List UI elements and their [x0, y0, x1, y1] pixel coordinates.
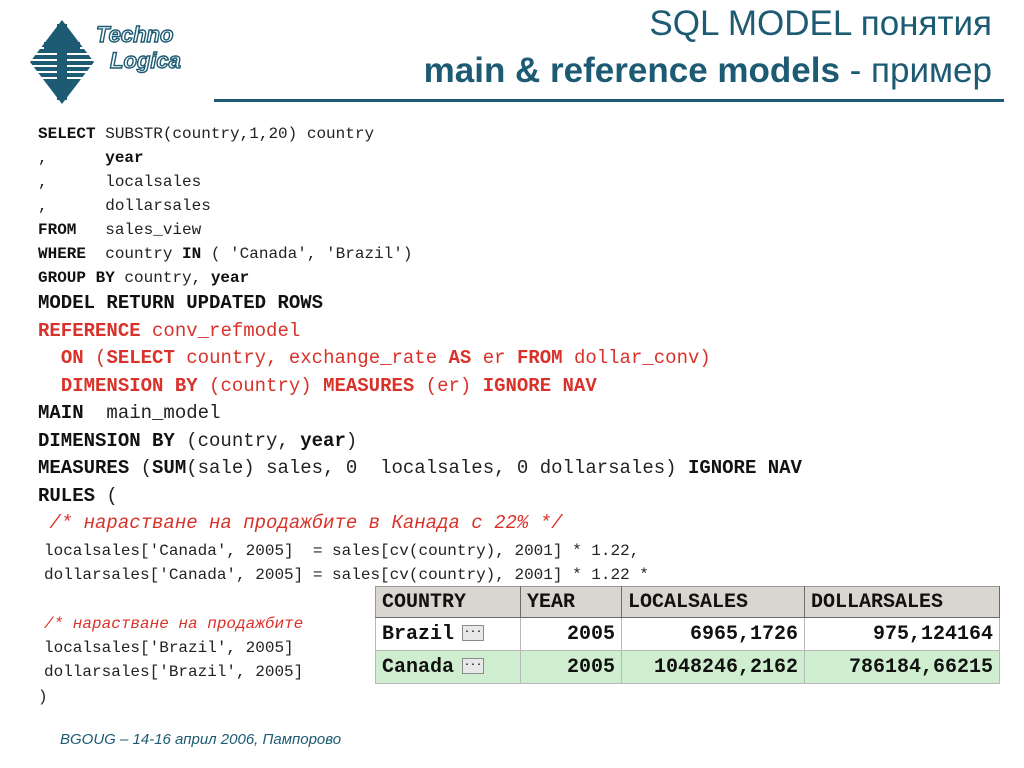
- code-text: (sale) sales, 0 localsales, 0 dollarsale…: [186, 457, 688, 479]
- code-kw: MODEL RETURN UPDATED ROWS: [38, 292, 324, 314]
- table-cell-localsales[interactable]: 1048246,2162: [621, 650, 805, 684]
- code-text: ): [345, 429, 358, 452]
- code-kw: GROUP BY: [38, 269, 115, 287]
- column-header-country[interactable]: COUNTRY: [375, 586, 521, 618]
- code-kw: year: [105, 149, 144, 167]
- code-kw-red: MEASURES: [323, 374, 415, 397]
- code-kw-red: DIMENSION BY: [60, 374, 198, 397]
- code-kw-red: ON: [60, 347, 84, 369]
- code-comment: /* нарастване на продажбите в Канада с 2…: [49, 512, 563, 534]
- table-row-selected[interactable]: Canada... 2005 1048246,2162 786184,66215: [375, 650, 1000, 684]
- logo-text-line1: Techno: [96, 22, 173, 47]
- code-kw: SELECT: [38, 125, 96, 143]
- title-underline: [214, 99, 1004, 102]
- code-kw: MEASURES: [38, 457, 130, 479]
- code-text-red: (er): [414, 374, 483, 397]
- code-block-header: SELECT SUBSTR(country,1,20) country , ye…: [38, 122, 412, 290]
- cell-value: Canada: [382, 655, 455, 679]
- code-text-red: conv_refmodel: [140, 319, 301, 342]
- code-kw-red: AS: [448, 347, 472, 369]
- code-text: localsales['Canada', 2005] = sales[cv(co…: [44, 542, 640, 560]
- table-cell-year[interactable]: 2005: [520, 650, 622, 684]
- code-text: ): [38, 688, 48, 706]
- logo-text-line2: Logica: [110, 48, 181, 73]
- logo-diamond-icon: Techno Logica: [30, 20, 182, 104]
- code-kw: IGNORE NAV: [687, 457, 802, 479]
- code-kw: year: [300, 429, 346, 452]
- code-kw-red: FROM: [516, 347, 563, 369]
- table-cell-country[interactable]: Brazil...: [375, 617, 521, 651]
- code-text-red: er: [471, 347, 517, 369]
- column-header-localsales[interactable]: LOCALSALES: [621, 586, 805, 618]
- title-bold-part: main & reference models: [423, 51, 840, 90]
- technologica-logo: Techno Logica: [24, 14, 204, 110]
- code-text: (country,: [174, 429, 301, 452]
- code-kw: SUM: [152, 457, 187, 479]
- code-text-red: country, exchange_rate: [174, 347, 449, 369]
- table-cell-localsales[interactable]: 6965,1726: [621, 617, 805, 651]
- query-result-table: COUNTRY YEAR LOCALSALES DOLLARSALES Braz…: [375, 586, 1000, 684]
- code-text: dollarsales['Brazil', 2005]: [44, 663, 304, 682]
- code-kw: RULES: [38, 484, 96, 507]
- code-kw: year: [210, 269, 250, 287]
- table-cell-dollarsales[interactable]: 975,124164: [804, 617, 1000, 651]
- table-header-row: COUNTRY YEAR LOCALSALES DOLLARSALES: [375, 586, 1000, 618]
- footer-text: BGOUG – 14-16 април 2006, Пампорово: [60, 731, 342, 748]
- code-text-red: (country): [197, 374, 324, 397]
- code-comment: /* нарастване на продажбите: [44, 614, 304, 633]
- cell-ellipsis-button[interactable]: ...: [462, 625, 485, 642]
- table-row[interactable]: Brazil... 2005 6965,1726 975,124164: [375, 617, 1000, 651]
- code-kw: DIMENSION BY: [38, 429, 175, 452]
- cell-ellipsis-button[interactable]: ...: [462, 658, 485, 675]
- code-text: country: [86, 245, 183, 263]
- table-cell-country[interactable]: Canada...: [375, 650, 521, 684]
- code-kw: MAIN: [38, 402, 84, 424]
- code-kw: WHERE: [38, 245, 87, 263]
- code-kw-red: IGNORE NAV: [482, 374, 597, 397]
- code-text: (: [129, 457, 153, 479]
- code-closing-paren: ): [38, 685, 48, 709]
- code-text: country,: [114, 269, 211, 287]
- slide-title-line2: main & reference models - пример: [424, 51, 992, 91]
- column-header-year[interactable]: YEAR: [520, 586, 622, 618]
- code-text: main_model: [83, 402, 221, 424]
- code-text: dollarsales['Canada', 2005] = sales[cv(c…: [44, 566, 649, 585]
- code-kw: IN: [182, 245, 202, 263]
- code-kw-red: SELECT: [106, 347, 175, 369]
- code-kw: FROM: [38, 221, 77, 239]
- title-rest-part: - пример: [839, 51, 992, 90]
- cell-value: Brazil: [382, 622, 455, 646]
- code-text: (: [95, 484, 118, 507]
- table-cell-dollarsales[interactable]: 786184,66215: [804, 650, 1000, 684]
- code-kw-red: REFERENCE: [38, 319, 141, 342]
- code-text: , localsales: [38, 173, 202, 191]
- column-header-dollarsales[interactable]: DOLLARSALES: [804, 586, 1000, 618]
- code-text: , dollarsales: [38, 197, 211, 215]
- code-text: ( 'Canada', 'Brazil'): [201, 245, 413, 263]
- code-block-model: MODEL RETURN UPDATED ROWS REFERENCE conv…: [38, 290, 802, 538]
- code-text: sales_view: [76, 221, 202, 239]
- code-text-red: dollar_conv): [562, 347, 711, 369]
- code-text: SUBSTR(country,1,20) country: [95, 125, 375, 143]
- table-cell-year[interactable]: 2005: [520, 617, 622, 651]
- code-text: localsales['Brazil', 2005]: [44, 639, 294, 658]
- code-text: ,: [38, 149, 106, 167]
- slide-title-line1: SQL MODEL понятия: [649, 4, 992, 43]
- code-text-red: (: [83, 347, 107, 369]
